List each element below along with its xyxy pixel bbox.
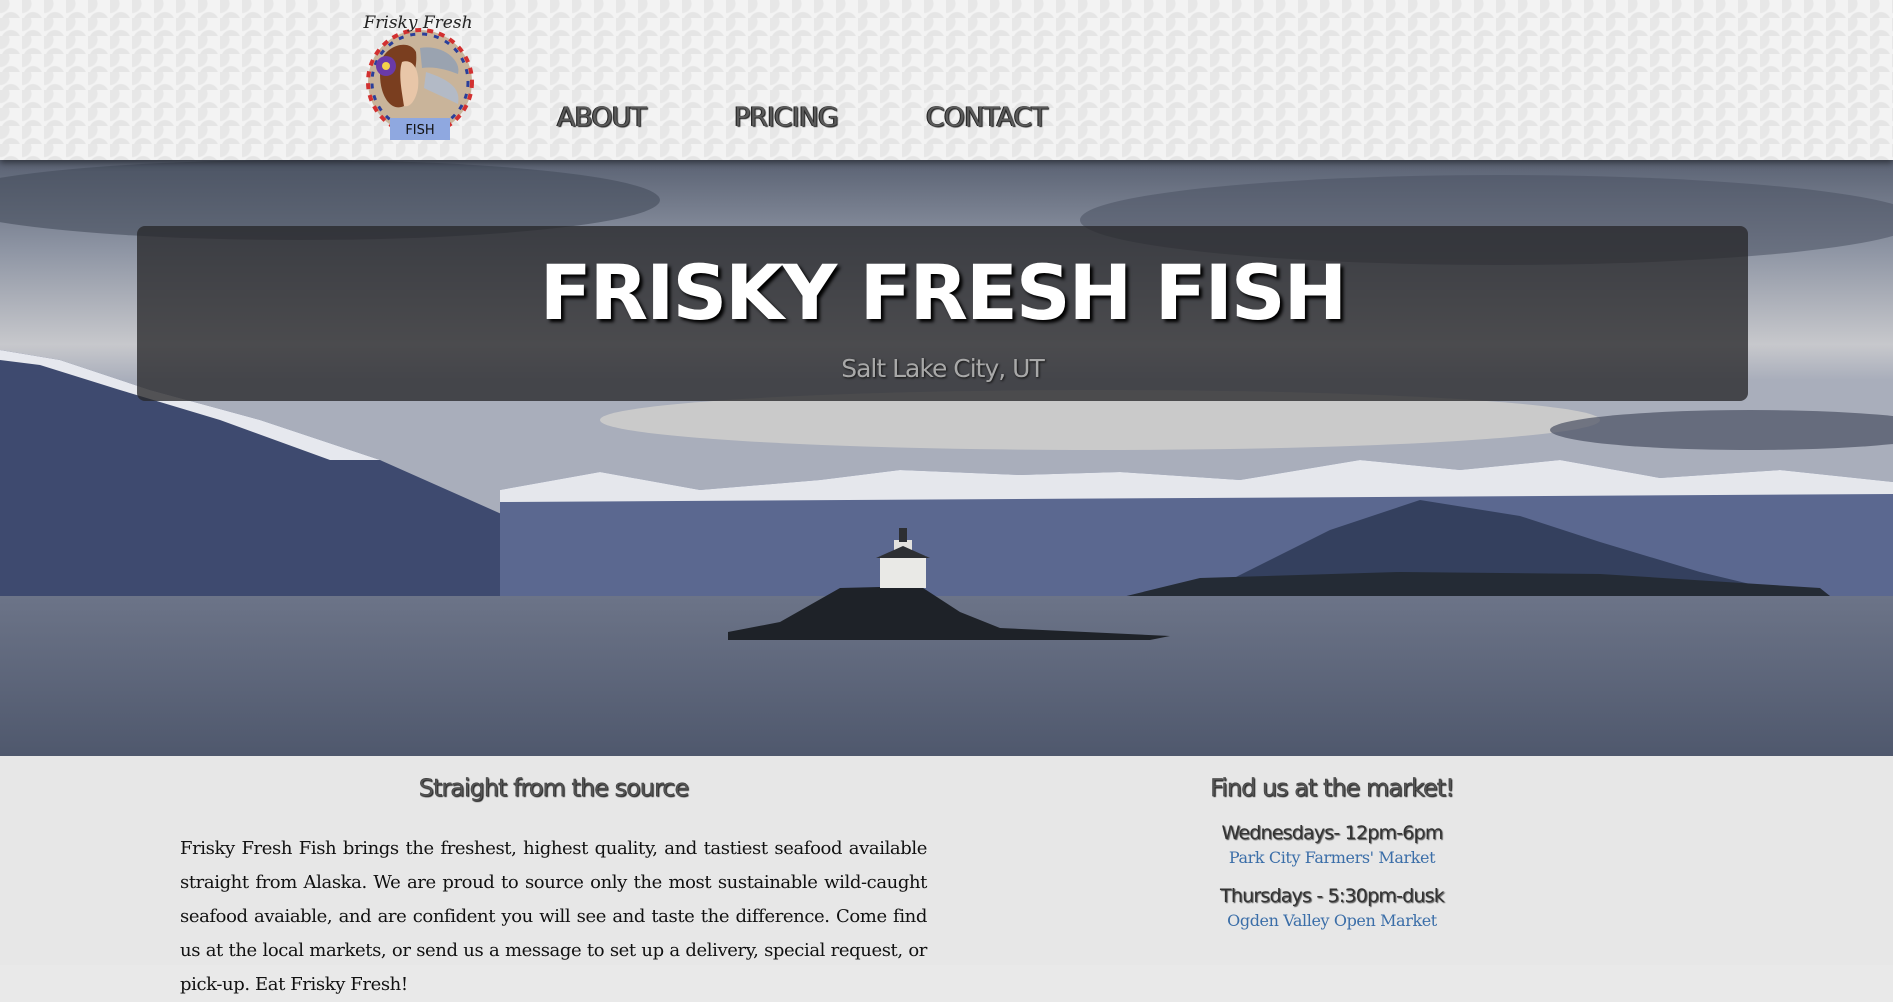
market-item: Thursdays - 5:30pm-dusk Ogden Valley Ope… — [1130, 885, 1534, 930]
market-time: Thursdays - 5:30pm-dusk — [1220, 885, 1445, 907]
site-header: FISH Frisky Fresh ABOUT PRICING CONTACT — [0, 0, 1893, 160]
svg-text:FISH: FISH — [405, 123, 434, 138]
nav-about-link[interactable]: ABOUT — [557, 102, 647, 133]
content-section: Straight from the source Frisky Fresh Fi… — [0, 756, 1893, 995]
about-heading: Straight from the source — [418, 774, 690, 802]
hero-title: FRISKY FRESH FISH — [539, 248, 1348, 337]
hero-subtitle: Salt Lake City, UT — [841, 354, 1045, 383]
hero-title-box: FRISKY FRESH FISH Salt Lake City, UT — [137, 226, 1748, 401]
svg-text:Frisky Fresh: Frisky Fresh — [362, 13, 472, 33]
market-link-park-city[interactable]: Park City Farmers' Market — [1229, 848, 1436, 867]
nav-pricing-link[interactable]: PRICING — [734, 102, 839, 133]
market-time: Wednesdays- 12pm-6pm — [1221, 822, 1443, 844]
about-column: Straight from the source Frisky Fresh Fi… — [180, 774, 927, 1002]
brand-logo[interactable]: FISH Frisky Fresh — [358, 8, 482, 144]
market-link-ogden-valley[interactable]: Ogden Valley Open Market — [1227, 911, 1437, 930]
markets-heading: Find us at the market! — [1210, 774, 1455, 802]
logo-emblem: FISH Frisky Fresh — [362, 13, 474, 140]
hero-banner: FRISKY FRESH FISH Salt Lake City, UT — [0, 160, 1893, 756]
about-body: Frisky Fresh Fish brings the freshest, h… — [180, 838, 927, 995]
market-item: Wednesdays- 12pm-6pm Park City Farmers' … — [1130, 822, 1534, 867]
markets-column: Find us at the market! Wednesdays- 12pm-… — [1130, 774, 1534, 930]
main-nav: ABOUT PRICING CONTACT — [557, 102, 1135, 133]
nav-contact-link[interactable]: CONTACT — [926, 102, 1048, 133]
